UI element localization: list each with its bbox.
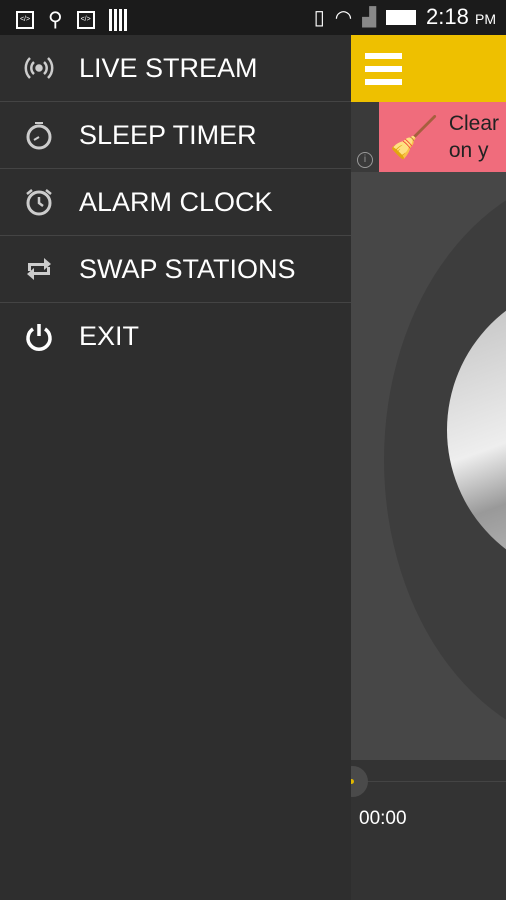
drawer-item-label: ALARM CLOCK <box>79 186 273 217</box>
vibrate-icon: ▯ <box>313 6 325 29</box>
clock: 2:18 PM <box>426 4 496 29</box>
radio-waves-icon <box>0 54 79 82</box>
swap-icon <box>0 255 79 283</box>
seek-bar[interactable] <box>351 781 506 782</box>
info-icon[interactable]: i <box>357 152 373 168</box>
drawer-item-exit[interactable]: EXIT <box>0 303 351 370</box>
drawer-item-sleep-timer[interactable]: SLEEP TIMER <box>0 102 351 169</box>
ad-banner[interactable]: i 🧹 Clear on y <box>351 102 506 172</box>
elapsed-time: 00:00 <box>359 808 407 829</box>
app-header <box>351 35 506 102</box>
barcode-icon <box>108 8 129 31</box>
signal-no-sim-icon: ▟ <box>362 6 377 27</box>
drawer-item-label: SWAP STATIONS <box>79 253 296 284</box>
drawer-item-swap-stations[interactable]: SWAP STATIONS <box>0 236 351 303</box>
drawer-item-live-stream[interactable]: LIVE STREAM <box>0 35 351 102</box>
ad-text: on y <box>448 139 489 162</box>
code-icon: </> <box>76 10 95 29</box>
menu-icon[interactable] <box>365 53 402 92</box>
ad-text: Clear <box>448 112 499 135</box>
main-player: i 🧹 Clear on y 00:00 <box>351 35 506 900</box>
status-bar: </> ⚲ </> ▯ ◠ ▟ 2:18 PM <box>0 0 506 35</box>
alarm-clock-icon <box>0 187 79 217</box>
battery-icon <box>386 9 417 25</box>
drawer-item-label: EXIT <box>79 321 140 351</box>
drawer-item-alarm-clock[interactable]: ALARM CLOCK <box>0 169 351 236</box>
wifi-icon: ◠ <box>334 6 353 29</box>
code-icon: </> <box>16 10 34 29</box>
seek-thumb[interactable] <box>351 766 368 797</box>
stopwatch-icon <box>0 120 79 150</box>
power-icon <box>0 322 79 352</box>
broom-icon: 🧹 <box>389 115 439 160</box>
drawer-item-label: SLEEP TIMER <box>79 119 257 150</box>
usb-icon: ⚲ <box>48 9 63 31</box>
drawer-item-label: LIVE STREAM <box>79 52 258 83</box>
player-controls: 00:00 <box>351 760 506 900</box>
navigation-drawer: LIVE STREAM SLEEP TIMER ALARM CLOCK SWAP… <box>0 35 351 900</box>
